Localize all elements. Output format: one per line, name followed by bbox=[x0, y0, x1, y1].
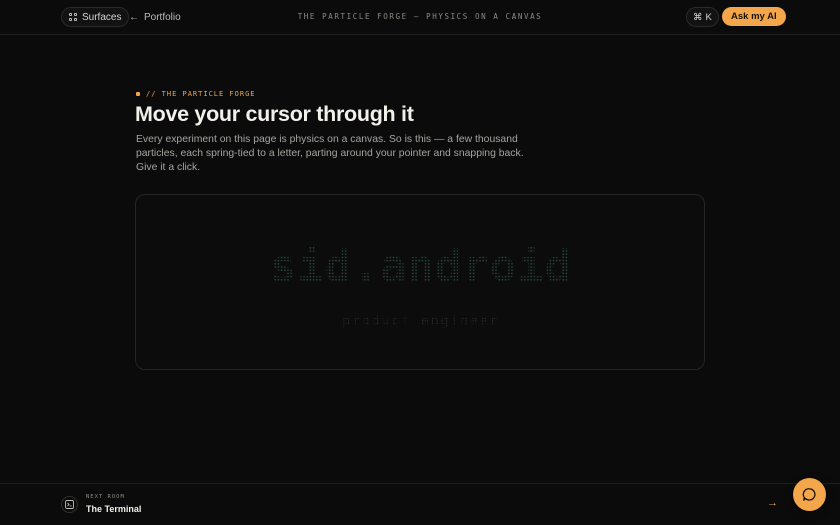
section-eyebrow: // THE PARTICLE FORGE bbox=[136, 90, 256, 98]
next-room-label: NEXT ROOM bbox=[86, 494, 125, 500]
chat-bubble-icon bbox=[802, 488, 816, 501]
ask-ai-button[interactable]: Ask my AI bbox=[722, 7, 786, 26]
particle-word-primary: sid.android bbox=[270, 241, 572, 292]
particle-canvas[interactable]: sid.android product engineer bbox=[135, 194, 705, 370]
command-key-icon: ⌘ bbox=[693, 11, 703, 23]
arrow-right-icon[interactable]: → bbox=[767, 497, 778, 509]
command-palette-button[interactable]: ⌘ K bbox=[686, 7, 719, 27]
page-headline: Move your cursor through it bbox=[135, 102, 414, 126]
next-room-bar[interactable]: NEXT ROOM The Terminal → bbox=[0, 483, 840, 525]
command-key-label: K bbox=[705, 11, 712, 23]
next-room-title: The Terminal bbox=[86, 504, 142, 514]
top-bar: Surfaces ← Portfolio THE PARTICLE FORGE … bbox=[0, 0, 840, 35]
eyebrow-text: // THE PARTICLE FORGE bbox=[146, 90, 256, 98]
eyebrow-dot bbox=[136, 92, 140, 96]
chat-button[interactable] bbox=[793, 478, 826, 511]
particle-word-secondary: product engineer bbox=[342, 314, 499, 329]
page-lede: Every experiment on this page is physics… bbox=[136, 134, 524, 173]
particle-field: sid.android product engineer bbox=[270, 241, 572, 329]
terminal-icon bbox=[61, 496, 78, 513]
